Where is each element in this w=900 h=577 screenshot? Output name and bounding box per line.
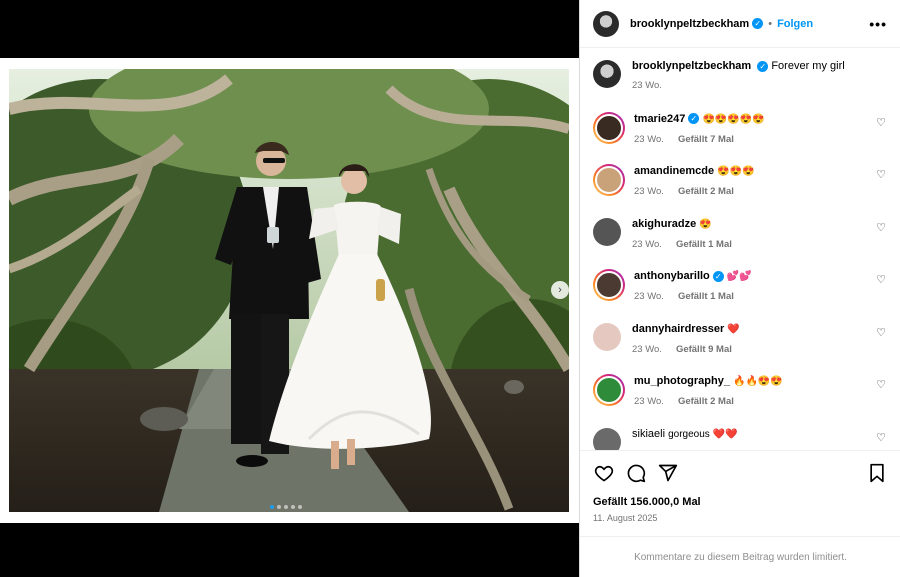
- verified-badge-icon: ✓: [688, 113, 700, 125]
- carousel-indicator: [270, 505, 302, 509]
- comment-likes[interactable]: Gefällt 7 Mal: [678, 134, 734, 145]
- comment-username[interactable]: dannyhairdresser: [632, 323, 724, 335]
- avatar[interactable]: [593, 217, 621, 246]
- comment-username[interactable]: anthonybarillo: [634, 270, 710, 282]
- avatar: [595, 166, 623, 194]
- instagram-post-modal: › brooklynpeltzbeckham ✓ • Folgen ••• br…: [0, 0, 900, 577]
- comment-username[interactable]: amandinemcde: [634, 165, 714, 177]
- comment-item: dannyhairdresser ❤️ 23 Wo. Gefällt 9 Mal …: [593, 322, 888, 375]
- media-area: ›: [0, 0, 579, 577]
- post-actions: Gefällt 156.000,0 Mal 11. August 2025: [580, 450, 900, 523]
- header-username[interactable]: brooklynpeltzbeckham: [630, 18, 749, 30]
- follow-button[interactable]: Folgen: [777, 18, 813, 30]
- story-ring[interactable]: [593, 374, 625, 406]
- like-comment-heart-icon[interactable]: ♡: [874, 431, 888, 444]
- comment-username[interactable]: sikiaeli: [632, 428, 665, 440]
- comment-username[interactable]: tmarie247: [634, 113, 685, 125]
- like-comment-heart-icon[interactable]: ♡: [874, 326, 888, 339]
- comment-likes[interactable]: Gefällt 1 Mal: [676, 239, 732, 250]
- comment-age[interactable]: 23 Wo.: [632, 239, 662, 250]
- caption-username[interactable]: brooklynpeltzbeckham: [632, 60, 751, 72]
- carousel-dot: [277, 505, 281, 509]
- verified-badge-icon: ✓: [712, 270, 724, 282]
- comment-likes[interactable]: Gefällt 2 Mal: [678, 186, 734, 197]
- bookmark-save-icon[interactable]: [866, 462, 888, 484]
- likes-count[interactable]: Gefällt 156.000,0 Mal: [593, 496, 888, 508]
- comment-age[interactable]: 23 Wo.: [634, 291, 664, 302]
- chevron-right-icon: ›: [558, 284, 562, 296]
- like-comment-heart-icon[interactable]: ♡: [874, 378, 888, 391]
- more-options-icon[interactable]: •••: [869, 16, 887, 32]
- post-side-panel: brooklynpeltzbeckham ✓ • Folgen ••• broo…: [579, 0, 900, 577]
- comments-list: brooklynpeltzbeckham ✓ Forever my girl 2…: [580, 48, 900, 450]
- carousel-next-button[interactable]: ›: [551, 281, 569, 299]
- caption-text: Forever my girl: [771, 60, 845, 72]
- caption-age[interactable]: 23 Wo.: [632, 80, 662, 91]
- comment-likes[interactable]: Gefällt 2 Mal: [678, 396, 734, 407]
- avatar[interactable]: [593, 10, 619, 37]
- carousel-dot: [298, 505, 302, 509]
- like-comment-heart-icon[interactable]: ♡: [874, 273, 888, 286]
- comment-likes[interactable]: Gefällt 1 Mal: [678, 291, 734, 302]
- avatar: [595, 271, 623, 299]
- comment-likes[interactable]: Gefällt 9 Mal: [676, 344, 732, 355]
- carousel-dot: [270, 505, 274, 509]
- comment-age[interactable]: 23 Wo.: [634, 134, 664, 145]
- comment-age[interactable]: 23 Wo.: [634, 396, 664, 407]
- comments-limited-notice: Kommentare zu diesem Beitrag wurden limi…: [580, 536, 900, 577]
- verified-badge-icon: ✓: [757, 60, 769, 72]
- comment-item: amandinemcde 😍😍😍 23 Wo. Gefällt 2 Mal ♡: [593, 164, 888, 217]
- comment-item: akighuradze 😍 23 Wo. Gefällt 1 Mal ♡: [593, 217, 888, 270]
- like-comment-heart-icon[interactable]: ♡: [874, 168, 888, 181]
- comment-item: mu_photography_ 🔥🔥😍😍 23 Wo. Gefällt 2 Mal…: [593, 374, 888, 427]
- comment-text: gorgeous ❤️❤️: [668, 428, 738, 440]
- post-header: brooklynpeltzbeckham ✓ • Folgen •••: [580, 0, 900, 48]
- comment-username[interactable]: akighuradze: [632, 218, 696, 230]
- post-date[interactable]: 11. August 2025: [593, 513, 888, 523]
- comment-text: 😍😍😍: [717, 166, 755, 177]
- comment-item: tmarie247 ✓ 😍😍😍😍😍 23 Wo. Gefällt 7 Mal ♡: [593, 111, 888, 165]
- verified-badge-icon: ✓: [752, 18, 764, 29]
- comment-text: 😍: [699, 218, 712, 230]
- wedding-photo-illustration: [9, 69, 569, 512]
- comment-text: 😍😍😍😍😍: [702, 113, 765, 125]
- share-send-icon[interactable]: [657, 462, 679, 484]
- separator-dot: •: [768, 17, 773, 30]
- comment-bubble-icon[interactable]: [625, 462, 647, 484]
- comment-item: sikiaeli gorgeous ❤️❤️ ♡: [593, 427, 888, 450]
- avatar: [595, 376, 623, 404]
- avatar[interactable]: [593, 322, 621, 351]
- comment-text: 🔥🔥😍😍: [733, 376, 783, 387]
- avatar: [595, 113, 623, 142]
- story-ring[interactable]: [593, 111, 625, 144]
- avatar[interactable]: [593, 60, 621, 88]
- like-comment-heart-icon[interactable]: ♡: [874, 116, 888, 129]
- carousel-dot: [291, 505, 295, 509]
- comment-text: 💕💕: [726, 271, 752, 282]
- story-ring[interactable]: [593, 164, 625, 196]
- like-comment-heart-icon[interactable]: ♡: [874, 221, 888, 234]
- comment-age[interactable]: 23 Wo.: [632, 344, 662, 355]
- carousel-dot: [284, 505, 288, 509]
- like-heart-icon[interactable]: [593, 462, 615, 484]
- avatar[interactable]: [593, 427, 621, 450]
- comment-age[interactable]: 23 Wo.: [634, 186, 664, 197]
- comment-text: ❤️: [727, 323, 740, 335]
- comment-username[interactable]: mu_photography_: [634, 375, 730, 387]
- comment-item: anthonybarillo ✓ 💕💕 23 Wo. Gefällt 1 Mal ♡: [593, 269, 888, 322]
- caption: brooklynpeltzbeckham ✓ Forever my girl 2…: [593, 59, 888, 112]
- story-ring[interactable]: [593, 269, 625, 301]
- post-photo[interactable]: [9, 69, 569, 512]
